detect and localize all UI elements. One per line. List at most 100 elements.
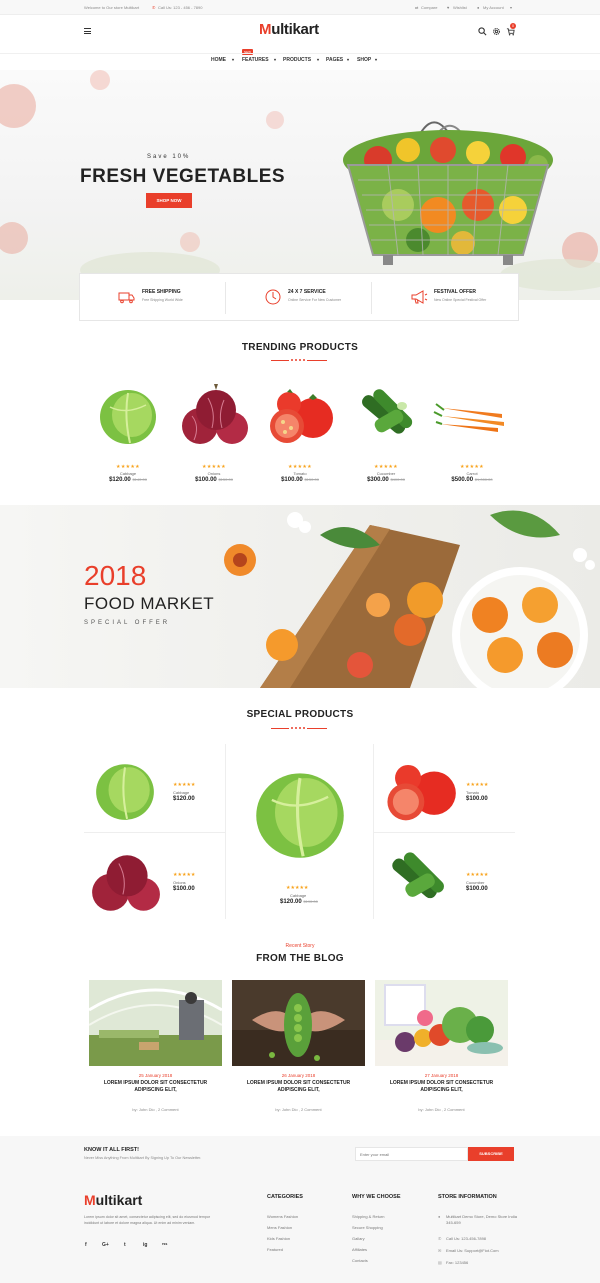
footer: Multikart Lorem ipsum dolor sit amet, co… (0, 1176, 600, 1283)
product-price: $120.00 $190.00 (280, 899, 318, 905)
store-phone: Call Us: 123-456-7898 (446, 1236, 487, 1241)
newsletter-title: KNOW IT ALL FIRST! (84, 1147, 139, 1153)
nav-features[interactable]: FEATURES (242, 57, 269, 63)
rating-stars: ★★★★★ (173, 872, 196, 878)
rating-stars: ★★★★★ (460, 464, 484, 470)
rating-stars: ★★★★★ (288, 464, 312, 470)
rating-stars: ★★★★★ (202, 464, 226, 470)
footer-link[interactable]: Secure Shopping (352, 1225, 383, 1230)
divider (84, 832, 225, 833)
compare-link[interactable]: Compare (421, 5, 437, 10)
blog-post-title[interactable]: LOREM IPSUM DOLOR SIT CONSECTETUR ADIPIS… (232, 1080, 365, 1094)
rating-stars: ★★★★★ (116, 464, 140, 470)
divider (374, 832, 515, 833)
product-name[interactable]: Tomato (260, 471, 340, 476)
nav-home[interactable]: HOME (211, 57, 226, 63)
footer-link[interactable]: Womens Fashion (267, 1214, 298, 1219)
store-email[interactable]: Email Us: Support@Fiot.Com (446, 1248, 499, 1253)
tomato-image (387, 764, 456, 821)
service-subtitle: Free Shipping World Wide (142, 298, 183, 302)
product-price: $120.00 $140.00 (109, 477, 147, 483)
carrot-image (433, 403, 504, 432)
chevron-down-icon: ▾ (375, 57, 378, 62)
footer-link[interactable]: Gallary (352, 1236, 365, 1241)
newsletter-subtitle: Never Miss Anything From Multikart By Si… (84, 1156, 202, 1160)
footer-link[interactable]: Mens Fashion (267, 1225, 292, 1230)
trending-title: TRENDING PRODUCTS (241, 342, 359, 353)
product-name[interactable]: Cabbage (173, 790, 189, 795)
product-name[interactable]: Onions (173, 880, 186, 885)
food-market-banner[interactable]: 2018 FOOD MARKET SPECIAL OFFER (0, 505, 600, 688)
page: Welcome to Our store Multikart ✆ Call Us… (0, 0, 600, 1283)
main-nav: HOME ▾ FEATURES ▾ PRODUCTS ▾ PAGES ▾ SHO… (0, 53, 600, 68)
service-24x7: 24 X 7 SERVICE Online Service For New Cu… (226, 274, 372, 322)
footer-logo[interactable]: Multikart (84, 1192, 142, 1208)
heart-icon: ♥ (447, 5, 450, 10)
gear-icon[interactable] (492, 27, 501, 36)
twitter-icon[interactable]: t (124, 1242, 126, 1248)
instagram-icon[interactable]: ig (143, 1242, 147, 1248)
truck-icon (118, 292, 135, 304)
rating-stars: ★★★★★ (374, 464, 398, 470)
chevron-down-icon: ▾ (317, 57, 320, 62)
product-price: $500.00 $1,000.00 (451, 477, 493, 483)
nav-pages[interactable]: PAGES (326, 57, 343, 63)
facebook-icon[interactable]: f (85, 1242, 87, 1248)
service-festival-offer: FESTIVAL OFFER New Online Special Festiv… (372, 274, 518, 322)
footer-link[interactable]: Featured (267, 1247, 283, 1252)
blog-image-greenhouse[interactable] (89, 980, 222, 1066)
store-fax: Fax: 123456 (446, 1260, 469, 1265)
footer-link[interactable]: Kids Fashion (267, 1236, 290, 1241)
clock-icon (265, 289, 281, 305)
nav-products[interactable]: PRODUCTS (283, 57, 311, 63)
rss-icon[interactable]: rss (162, 1242, 167, 1246)
cabbage-image (100, 390, 156, 444)
blog-image-peas[interactable] (232, 980, 365, 1066)
hero-save-text: Save 10% (147, 154, 191, 160)
footer-link[interactable]: Contacts (352, 1258, 368, 1263)
shop-now-button[interactable]: SHOP NOW (146, 193, 192, 208)
product-name[interactable]: Cabbage (88, 471, 168, 476)
footer-link[interactable]: Shipping & Return (352, 1214, 384, 1219)
tomato-image (270, 389, 333, 443)
search-icon[interactable] (478, 27, 487, 36)
service-subtitle: Online Service For New Customer (288, 298, 342, 302)
my-account-link[interactable]: My Account (483, 5, 504, 10)
blog-byline: by: John Dio , 2 Comment (418, 1107, 465, 1112)
product-price: $120.00 (173, 796, 195, 802)
subscribe-button[interactable]: SUBSCRIBE (468, 1147, 514, 1161)
rating-stars: ★★★★★ (466, 782, 489, 788)
onion-image (182, 384, 248, 444)
blog-byline: by: John Dio , 2 Comment (275, 1107, 322, 1112)
wishlist-link[interactable]: Wishlist (453, 5, 467, 10)
product-name[interactable]: Carrot (432, 471, 512, 476)
location-icon: ● (438, 1214, 441, 1219)
nav-shop[interactable]: SHOP (357, 57, 371, 63)
service-free-shipping: FREE SHIPPING Free Shipping World Wide (80, 274, 226, 322)
footer-link[interactable]: Affiliates (352, 1247, 367, 1252)
footer-store-title: STORE INFORMATION (438, 1194, 497, 1200)
product-name[interactable]: Cucumber (346, 471, 426, 476)
service-title: 24 X 7 SERVICE (288, 289, 326, 295)
email-input[interactable] (355, 1147, 468, 1161)
product-price: $100.00 (466, 886, 488, 892)
blog-byline: by: John Dio , 2 Comment (132, 1107, 179, 1112)
cabbage-image (96, 764, 154, 820)
google-plus-icon[interactable]: G+ (102, 1242, 109, 1248)
logo[interactable]: Multikart (259, 21, 319, 38)
onion-image (92, 855, 160, 911)
blog-post-title[interactable]: LOREM IPSUM DOLOR SIT CONSECTETUR ADIPIS… (89, 1080, 222, 1094)
cabbage-image (256, 773, 344, 858)
blog-image-vegetables[interactable] (375, 980, 508, 1066)
menu-icon[interactable] (84, 28, 91, 34)
blog-post-title[interactable]: LOREM IPSUM DOLOR SIT CONSECTETUR ADIPIS… (375, 1080, 508, 1094)
product-name[interactable]: Cucumber (466, 880, 484, 885)
top-bar: Welcome to Our store Multikart ✆ Call Us… (0, 0, 600, 15)
chevron-down-icon: ▾ (347, 57, 350, 62)
compare-icon: ⇄ (415, 5, 419, 10)
blog-date: 25 January 2018 (138, 1073, 173, 1078)
cucumber-image (392, 852, 444, 899)
product-name[interactable]: Onions (174, 471, 254, 476)
product-name[interactable]: Cabbage (290, 893, 306, 898)
product-name[interactable]: Tomato (466, 790, 479, 795)
